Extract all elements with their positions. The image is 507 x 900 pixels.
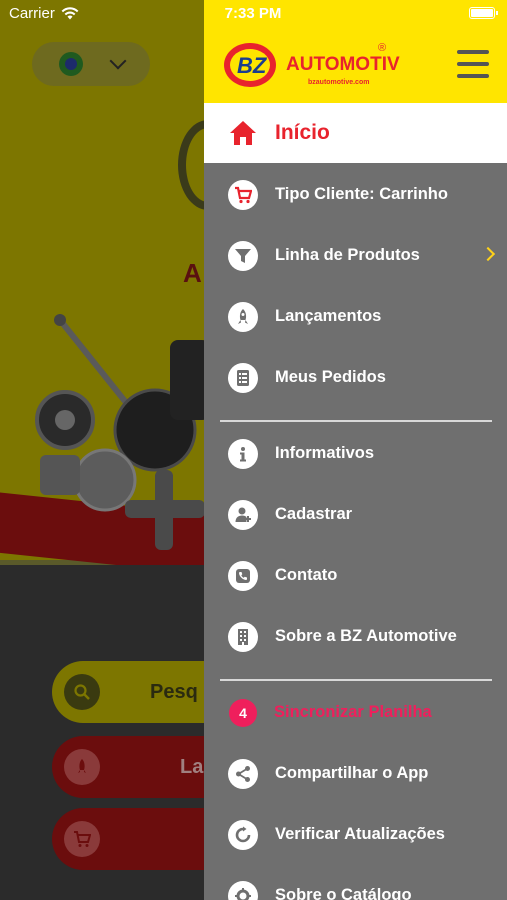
language-selector[interactable] (32, 42, 150, 86)
home-icon (230, 121, 256, 145)
hamburger-bar (457, 62, 489, 66)
drawer-header: 7:33 PM BZ AUTOMOTIVE ® bzautomotive.com (204, 0, 507, 103)
menu-item-label: Lançamentos (275, 307, 382, 325)
share-icon (228, 758, 258, 789)
menu-item-contact[interactable]: Contato (204, 545, 507, 606)
menu-divider (220, 420, 492, 422)
carrier-label: Carrier (9, 5, 55, 22)
menu-item-label: Compartilhar o App (275, 764, 429, 782)
menu-item-label: Cadastrar (275, 505, 353, 523)
hamburger-bar (457, 74, 489, 78)
menu-item-check-updates[interactable]: Verificar Atualizações (204, 804, 507, 865)
menu-item-register[interactable]: Cadastrar (204, 484, 507, 545)
status-bar-left: Carrier (9, 5, 79, 22)
menu-item-share-app[interactable]: Compartilhar o App (204, 743, 507, 804)
brand-logo: BZ AUTOMOTIVE ® bzautomotive.com (224, 42, 400, 87)
refresh-icon (228, 819, 258, 850)
menu-item-label: Verificar Atualizações (275, 825, 445, 843)
auto-parts-image (35, 314, 210, 550)
building-icon (228, 621, 258, 652)
menu-toggle-button[interactable] (457, 50, 489, 78)
document-list-icon (228, 362, 258, 393)
menu-item-product-lines[interactable]: Linha de Produtos (204, 225, 507, 286)
cart-icon (64, 821, 100, 857)
side-drawer-menu: 7:33 PM BZ AUTOMOTIVE ® bzautomotive.com… (204, 0, 507, 900)
menu-item-label: Linha de Produtos (275, 246, 420, 264)
brand-name: AUTOMOTIVE (286, 54, 400, 75)
chevron-down-icon (109, 52, 126, 70)
sync-count-badge: 4 (229, 698, 257, 727)
brazil-flag-icon (58, 52, 83, 76)
menu-item-label: Sobre a BZ Automotive (275, 627, 457, 645)
menu-item-launches[interactable]: Lançamentos (204, 286, 507, 347)
rocket-icon (228, 301, 258, 332)
search-icon (64, 674, 100, 710)
menu-item-about-bz[interactable]: Sobre a BZ Automotive (204, 606, 507, 667)
add-user-icon (228, 499, 258, 530)
rocket-icon (64, 749, 100, 785)
menu-item-home-label: Início (275, 121, 330, 144)
menu-item-label: Sincronizar Planilha (274, 703, 432, 721)
brand-site: bzautomotive.com (308, 79, 369, 86)
background-search-label: Pesq (150, 680, 198, 703)
background-launch-label: La (180, 755, 204, 778)
cart-icon (228, 179, 258, 210)
menu-item-about-catalog[interactable]: Sobre o Catálogo (204, 865, 507, 900)
menu-item-label: Tipo Cliente: Carrinho (275, 185, 448, 203)
chevron-right-icon (480, 246, 496, 262)
menu-item-client-type[interactable]: Tipo Cliente: Carrinho (204, 164, 507, 225)
menu-item-my-orders[interactable]: Meus Pedidos (204, 347, 507, 408)
phone-icon (228, 560, 258, 591)
wifi-icon (61, 7, 79, 20)
battery-icon (469, 7, 498, 19)
info-icon (228, 438, 258, 469)
menu-item-label: Contato (275, 566, 338, 584)
hamburger-bar (457, 50, 489, 54)
background-logo-text: A (183, 258, 202, 288)
filter-icon (228, 240, 258, 271)
menu-item-label: Meus Pedidos (275, 368, 386, 386)
menu-item-home[interactable]: Início (204, 103, 507, 163)
gear-icon (228, 880, 258, 900)
menu-item-label: Informativos (275, 444, 375, 462)
menu-item-label: Sobre o Catálogo (275, 886, 412, 900)
menu-item-sync-spreadsheet[interactable]: 4 Sincronizar Planilha (204, 682, 507, 743)
status-time: 7:33 PM (224, 5, 282, 22)
registered-mark: ® (378, 42, 386, 54)
brand-logo-letters: BZ (237, 53, 268, 78)
menu-item-newsletters[interactable]: Informativos (204, 423, 507, 484)
menu-divider (220, 679, 492, 681)
